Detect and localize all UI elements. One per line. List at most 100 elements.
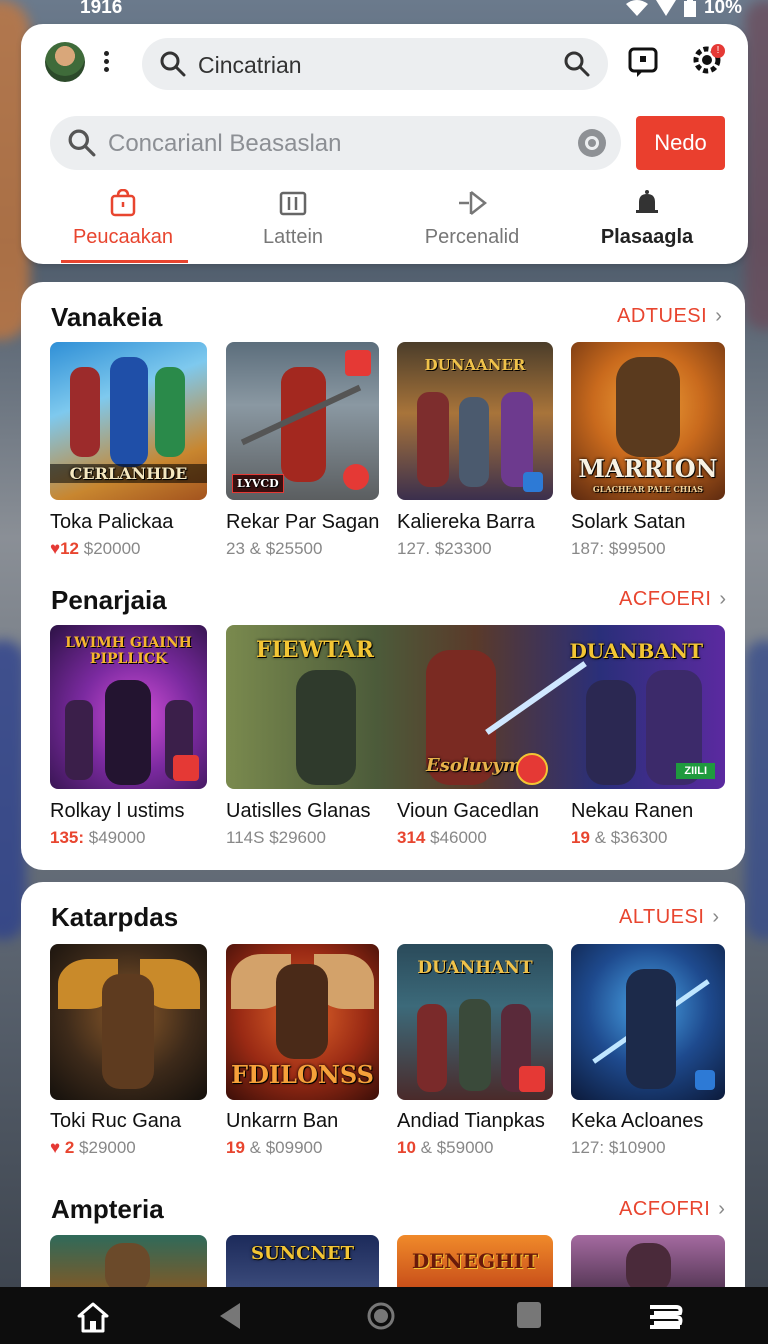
background-art [745,0,768,330]
heart-icon: ♥ [50,539,61,558]
game-thumbnail[interactable]: MARRION GLACHEAR PALE CHIAS [571,342,725,500]
bell-icon [636,190,658,213]
thumbnail-caption: CERLANHDE [50,464,207,483]
thumbnail-caption: DUNAANER [424,356,526,374]
banner-thumbnail[interactable]: FIEWTAR DUANBANT Esoluvym ZIILI [226,625,725,789]
game-thumbnail[interactable]: DUANHANT [397,944,553,1100]
count: 187: [571,539,605,558]
main-search-bar[interactable]: Concarianl Beasaslan [50,116,621,170]
section-more-link[interactable]: ACFOFRI › [619,1198,725,1221]
chevron-right-icon: › [715,305,723,327]
notification-badge: ! [711,44,725,58]
status-time: 1916 [80,0,123,18]
banner-logo: Esoluvym [426,755,522,776]
game-meta: 314 $46000 [397,828,487,848]
game-thumbnail[interactable]: DUNAANER [397,342,553,500]
game-title[interactable]: Rolkay l ustims [50,800,184,823]
game-thumbnail[interactable]: SUNCNET [226,1235,379,1287]
home-icon[interactable] [76,1301,110,1333]
game-thumbnail[interactable]: FDILONSS [226,944,379,1100]
price: $20000 [83,539,141,558]
tab-lattein[interactable]: Lattein [218,186,368,249]
circle-home-icon[interactable] [366,1301,396,1331]
count: 127. [397,539,431,558]
game-meta: 114S $29600 [226,828,326,848]
voice-search-icon[interactable] [578,129,606,157]
signal-icon [655,0,676,16]
price: $46000 [430,828,487,847]
game-title[interactable]: Nekau Ranen [571,800,693,823]
thumbnail-caption: LWIMH GIAINH PIPLLICK [65,635,192,667]
game-thumbnail[interactable]: DENEGHIT [397,1235,553,1287]
main-search-input[interactable]: Concarianl Beasaslan [108,130,341,158]
game-title[interactable]: Kaliereka Barra [397,511,535,534]
game-title[interactable]: Unkarrn Ban [226,1110,338,1133]
section-title: Vanakeia [51,302,163,332]
game-meta: ♥ 2 $29000 [50,1138,136,1158]
search-action-button[interactable]: Nedo [636,116,725,170]
play-badge-icon [345,350,371,376]
play-badge-icon [523,472,543,492]
more-options-icon[interactable] [101,48,111,78]
price: $23300 [434,539,492,558]
tab-label: Plasaagla [600,226,694,248]
tab-label: Peucaakan [72,226,174,248]
active-tab-indicator [61,260,188,263]
header-card: Cincatrian ! Concarianl Beasaslan Nedo P… [21,24,748,264]
game-thumbnail[interactable]: LWIMH GIAINH PIPLLICK [50,625,207,789]
menu-icon[interactable] [646,1301,684,1333]
tab-peucaakan[interactable]: Peucaakan [48,186,198,249]
game-thumbnail[interactable] [571,1235,725,1287]
section-more-link[interactable]: ALTUESI › [619,906,720,929]
tab-percenalid[interactable]: Percenalid [397,186,547,249]
section-title: Penarjaia [51,585,167,615]
price: $29600 [269,828,326,847]
play-badge-icon [343,464,369,490]
price: $09900 [265,1138,323,1157]
chevron-right-icon: › [718,1198,726,1220]
tab-plasaagla[interactable]: Plasaagla [572,186,722,249]
chevron-right-icon: › [712,906,720,928]
banner-caption-left: FIEWTAR [256,637,374,663]
avatar[interactable] [45,42,85,82]
game-thumbnail[interactable]: CERLANHDE [50,342,207,500]
game-meta: 127. $23300 [397,539,492,559]
more-label: ALTUESI [619,906,705,928]
thumbnail-caption: FDILONSS [231,1060,374,1089]
top-search-bar[interactable]: Cincatrian [142,38,608,90]
section-more-link[interactable]: ADTUESI › [617,305,722,328]
game-thumbnail[interactable] [50,1235,207,1287]
price: $49000 [88,828,146,847]
thumbnail-caption: MARRION [578,454,718,483]
chevron-right-icon: › [719,588,727,610]
game-thumbnail[interactable] [571,944,725,1100]
count: 23 [226,539,245,558]
price: $25500 [265,539,323,558]
more-label: ACFOERI [619,588,712,610]
thumbnail-caption: LYVCD [232,474,284,493]
game-title[interactable]: Andiad Tianpkas [397,1110,545,1133]
count: 135: [50,828,85,847]
status-icons: 10% [625,0,742,19]
top-search-input[interactable]: Cincatrian [198,52,302,79]
recents-icon[interactable] [516,1301,542,1329]
back-icon[interactable] [218,1301,242,1331]
game-thumbnail[interactable] [50,944,207,1100]
game-title[interactable]: Toka Palickaa [50,511,173,534]
game-thumbnail[interactable]: LYVCD [226,342,379,500]
game-title[interactable]: Uatislles Glanas [226,800,371,823]
section-more-link[interactable]: ACFOERI › [619,588,727,611]
search-submit-icon[interactable] [564,51,590,77]
game-title[interactable]: Vioun Gacedlan [397,800,539,823]
count: 12 [60,539,80,558]
message-icon[interactable] [627,46,659,78]
game-title[interactable]: Rekar Par Sagan [226,511,379,534]
game-title[interactable]: Solark Satan [571,511,686,534]
count: 114S [226,828,265,847]
game-title[interactable]: Toki Ruc Gana [50,1110,181,1133]
search-icon [68,129,96,157]
count: 19 [226,1138,245,1157]
search-icon [160,51,186,77]
game-title[interactable]: Keka Acloanes [571,1110,703,1133]
game-meta: 19 & $36300 [571,828,668,847]
